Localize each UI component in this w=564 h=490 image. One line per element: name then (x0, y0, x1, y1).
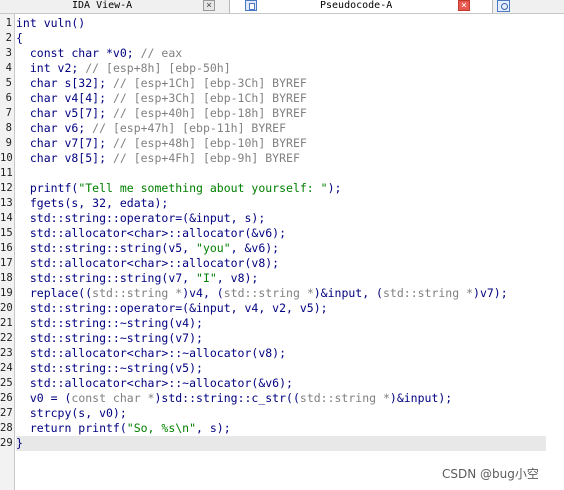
line-number: 1 (5, 17, 12, 29)
code-line[interactable]: 22 std::string::~string(v7); (0, 331, 564, 346)
line-number: 19 (0, 287, 13, 299)
line-number: 21 (0, 317, 13, 329)
code-line[interactable]: 4 int v2; // [esp+8h] [ebp-50h] (0, 61, 564, 76)
code-text: std::string::~string(v5); (16, 361, 203, 375)
code-line[interactable]: 18 std::string::string(v7, "I", v8); (0, 271, 564, 286)
code-line[interactable]: 7 char v5[7]; // [esp+40h] [ebp-18h] BYR… (0, 106, 564, 121)
line-number: 27 (0, 407, 13, 419)
line-number: 16 (0, 242, 13, 254)
watermark: CSDN @bug小空 (442, 467, 539, 481)
code-text: return printf("So, %s\n", s); (16, 421, 231, 435)
code-line[interactable]: 23 std::allocator<char>::~allocator(v8); (0, 346, 564, 361)
line-number: 29 (0, 437, 13, 449)
line-number: 17 (0, 257, 13, 269)
line-number: 25 (0, 377, 13, 389)
line-number: 10 (0, 152, 13, 164)
code-text: fgets(s, 32, edata); (16, 196, 169, 210)
line-number: 8 (5, 122, 12, 134)
code-text: char v6; // [esp+47h] [ebp-11h] BYREF (16, 121, 287, 135)
line-number: 6 (5, 92, 12, 104)
code-line[interactable]: 15 std::allocator<char>::allocator(&v6); (0, 226, 564, 241)
line-number: 4 (5, 62, 12, 74)
code-text: std::string::string(v7, "I", v8); (16, 271, 259, 285)
pseudocode-tab-icon (245, 0, 257, 11)
code-text: std::string::string(v5, "you", &v6); (16, 241, 280, 255)
line-number: 12 (0, 182, 13, 194)
code-text: std::allocator<char>::allocator(&v6); (16, 226, 287, 240)
code-line[interactable]: 5 char s[32]; // [esp+1Ch] [ebp-3Ch] BYR… (0, 76, 564, 91)
tab-pseudocode[interactable]: Pseudocode-A × (230, 0, 492, 13)
tab-ida-view-label: IDA View-A (72, 0, 133, 11)
code-line[interactable]: 16 std::string::string(v5, "you", &v6); (0, 241, 564, 256)
line-number: 15 (0, 227, 13, 239)
line-number: 9 (5, 137, 12, 149)
code-line[interactable]: 3 const char *v0; // eax (0, 46, 564, 61)
code-line[interactable]: 28 return printf("So, %s\n", s); (0, 421, 564, 436)
line-number: 22 (0, 332, 13, 344)
code-text: char s[32]; // [esp+1Ch] [ebp-3Ch] BYREF (16, 76, 307, 90)
code-line[interactable]: 9 char v7[7]; // [esp+48h] [ebp-10h] BYR… (0, 136, 564, 151)
code-text: const char *v0; // eax (16, 46, 183, 60)
code-text: char v7[7]; // [esp+48h] [ebp-10h] BYREF (16, 136, 307, 150)
code-text: char v5[7]; // [esp+40h] [ebp-18h] BYREF (16, 106, 307, 120)
tab-pseudocode-label: Pseudocode-A (320, 0, 393, 11)
code-text: v0 = (const char *)std::string::c_str((s… (16, 391, 453, 405)
code-text: char v8[5]; // [esp+4Fh] [ebp-9h] BYREF (16, 151, 300, 165)
code-text: std::string::operator=(&input, s); (16, 211, 266, 225)
code-line[interactable]: 29} (0, 436, 564, 451)
code-text: int v2; // [esp+8h] [ebp-50h] (16, 61, 231, 75)
code-text: std::string::operator=(&input, v4, v2, v… (16, 301, 328, 315)
hex-view-icon[interactable] (497, 0, 510, 12)
code-line[interactable]: 20 std::string::operator=(&input, v4, v2… (0, 301, 564, 316)
tab-ida-view[interactable]: IDA View-A × (0, 0, 228, 13)
code-text: std::string::~string(v7); (16, 331, 203, 345)
close-icon[interactable]: × (203, 0, 215, 11)
tab-bar: IDA View-A × Pseudocode-A × (0, 0, 564, 14)
code-line[interactable]: 21 std::string::~string(v4); (0, 316, 564, 331)
code-text: printf("Tell me something about yourself… (16, 181, 342, 195)
line-number: 18 (0, 272, 13, 284)
code-text: std::allocator<char>::allocator(v8); (16, 256, 280, 270)
line-number: 2 (5, 32, 12, 44)
code-line[interactable]: 27 strcpy(s, v0); (0, 406, 564, 421)
code-text: strcpy(s, v0); (16, 406, 127, 420)
code-line[interactable]: 25 std::allocator<char>::~allocator(&v6)… (0, 376, 564, 391)
code-text: std::allocator<char>::~allocator(&v6); (16, 376, 293, 390)
code-line[interactable]: 26 v0 = (const char *)std::string::c_str… (0, 391, 564, 406)
line-number: 23 (0, 347, 13, 359)
code-line[interactable]: 19 replace((std::string *)v4, (std::stri… (0, 286, 564, 301)
pseudocode-editor[interactable]: 1 int vuln() 2{3 const char *v0; // eax 4 i… (0, 16, 564, 451)
code-line[interactable]: 17 std::allocator<char>::allocator(v8); (0, 256, 564, 271)
code-text: char v4[4]; // [esp+3Ch] [ebp-1Ch] BYREF (16, 91, 307, 105)
tab-divider (492, 0, 493, 13)
code-line[interactable]: 14 std::string::operator=(&input, s); (0, 211, 564, 226)
line-number: 7 (5, 107, 12, 119)
line-number: 14 (0, 212, 13, 224)
code-text: replace((std::string *)v4, (std::string … (16, 286, 508, 300)
code-line[interactable]: 8 char v6; // [esp+47h] [ebp-11h] BYREF (0, 121, 564, 136)
line-number: 13 (0, 197, 13, 209)
code-line[interactable]: 11 (0, 166, 564, 181)
code-line[interactable]: 10 char v8[5]; // [esp+4Fh] [ebp-9h] BYR… (0, 151, 564, 166)
code-line[interactable]: 13 fgets(s, 32, edata); (0, 196, 564, 211)
line-number: 20 (0, 302, 13, 314)
code-line[interactable]: 2{ (0, 31, 564, 46)
code-line[interactable]: 12 printf("Tell me something about yours… (0, 181, 564, 196)
line-number: 11 (0, 167, 13, 179)
line-number: 3 (5, 47, 12, 59)
code-text: } (16, 436, 546, 451)
close-icon[interactable]: × (458, 0, 470, 11)
line-number: 24 (0, 362, 13, 374)
code-text: { (16, 31, 23, 45)
code-line[interactable]: 24 std::string::~string(v5); (0, 361, 564, 376)
code-text: std::string::~string(v4); (16, 316, 203, 330)
code-line[interactable]: 6 char v4[4]; // [esp+3Ch] [ebp-1Ch] BYR… (0, 91, 564, 106)
code-text: int vuln() (16, 16, 86, 30)
line-number: 28 (0, 422, 13, 434)
code-text: std::allocator<char>::~allocator(v8); (16, 346, 287, 360)
code-line[interactable]: 1 int vuln() (0, 16, 564, 31)
line-number: 5 (5, 77, 12, 89)
line-number: 26 (0, 392, 13, 404)
